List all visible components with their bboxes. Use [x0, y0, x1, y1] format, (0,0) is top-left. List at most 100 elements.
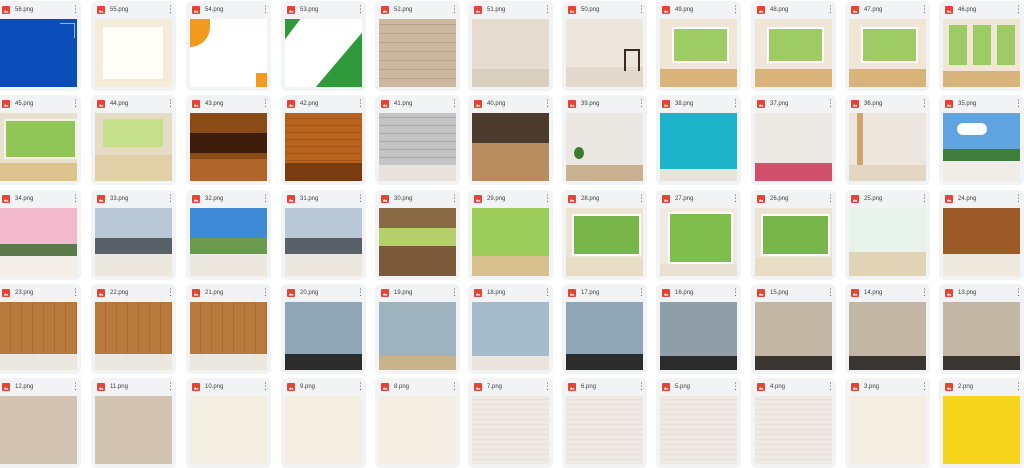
file-card[interactable]: 41.png ⋮ — [375, 95, 460, 185]
file-card[interactable]: 27.png ⋮ — [656, 190, 741, 280]
file-thumbnail[interactable] — [472, 208, 549, 276]
file-card[interactable]: 43.png ⋮ — [186, 95, 271, 185]
file-thumbnail[interactable] — [285, 19, 362, 87]
file-card[interactable]: 52.png ⋮ — [375, 1, 460, 91]
file-thumbnail[interactable] — [849, 396, 926, 464]
file-card[interactable]: 16.png ⋮ — [656, 284, 741, 374]
more-options-icon[interactable]: ⋮ — [637, 98, 646, 110]
file-thumbnail[interactable] — [472, 396, 549, 464]
file-card[interactable]: 11.png ⋮ — [91, 378, 176, 468]
more-options-icon[interactable]: ⋮ — [543, 381, 552, 393]
file-card[interactable]: 36.png ⋮ — [845, 95, 930, 185]
file-thumbnail[interactable] — [943, 113, 1020, 181]
file-card[interactable]: 9.png ⋮ — [281, 378, 366, 468]
file-thumbnail[interactable] — [379, 208, 456, 276]
more-options-icon[interactable]: ⋮ — [261, 193, 270, 205]
file-card[interactable]: 55.png ⋮ — [91, 1, 176, 91]
file-thumbnail[interactable] — [0, 113, 77, 181]
file-card[interactable]: 5.png ⋮ — [656, 378, 741, 468]
more-options-icon[interactable]: ⋮ — [920, 193, 929, 205]
more-options-icon[interactable]: ⋮ — [543, 4, 552, 16]
more-options-icon[interactable]: ⋮ — [731, 193, 740, 205]
file-card[interactable]: 20.png ⋮ — [281, 284, 366, 374]
more-options-icon[interactable]: ⋮ — [731, 381, 740, 393]
file-card[interactable]: 38.png ⋮ — [656, 95, 741, 185]
file-thumbnail[interactable] — [660, 396, 737, 464]
file-card[interactable]: 13.png ⋮ — [939, 284, 1024, 374]
file-card[interactable]: 33.png ⋮ — [91, 190, 176, 280]
file-card[interactable]: 4.png ⋮ — [751, 378, 836, 468]
more-options-icon[interactable]: ⋮ — [637, 4, 646, 16]
more-options-icon[interactable]: ⋮ — [71, 287, 80, 299]
file-card[interactable]: 34.png ⋮ — [0, 190, 81, 280]
more-options-icon[interactable]: ⋮ — [543, 193, 552, 205]
file-thumbnail[interactable] — [379, 396, 456, 464]
more-options-icon[interactable]: ⋮ — [637, 381, 646, 393]
file-card[interactable]: 29.png ⋮ — [468, 190, 553, 280]
file-thumbnail[interactable] — [95, 396, 172, 464]
file-thumbnail[interactable] — [755, 19, 832, 87]
file-card[interactable]: 23.png ⋮ — [0, 284, 81, 374]
file-card[interactable]: 49.png ⋮ — [656, 1, 741, 91]
file-thumbnail[interactable] — [379, 19, 456, 87]
more-options-icon[interactable]: ⋮ — [1014, 98, 1023, 110]
file-card[interactable]: 18.png ⋮ — [468, 284, 553, 374]
more-options-icon[interactable]: ⋮ — [920, 4, 929, 16]
file-thumbnail[interactable] — [943, 208, 1020, 276]
file-card[interactable]: 3.png ⋮ — [845, 378, 930, 468]
more-options-icon[interactable]: ⋮ — [826, 381, 835, 393]
more-options-icon[interactable]: ⋮ — [450, 193, 459, 205]
file-thumbnail[interactable] — [566, 19, 643, 87]
more-options-icon[interactable]: ⋮ — [826, 193, 835, 205]
more-options-icon[interactable]: ⋮ — [826, 4, 835, 16]
more-options-icon[interactable]: ⋮ — [356, 98, 365, 110]
more-options-icon[interactable]: ⋮ — [450, 98, 459, 110]
file-card[interactable]: 15.png ⋮ — [751, 284, 836, 374]
file-thumbnail[interactable] — [0, 208, 77, 276]
more-options-icon[interactable]: ⋮ — [166, 287, 175, 299]
file-card[interactable]: 56.png ⋮ — [0, 1, 81, 91]
file-card[interactable]: 6.png ⋮ — [562, 378, 647, 468]
file-thumbnail[interactable] — [190, 208, 267, 276]
more-options-icon[interactable]: ⋮ — [826, 287, 835, 299]
file-card[interactable]: 42.png ⋮ — [281, 95, 366, 185]
file-card[interactable]: 48.png ⋮ — [751, 1, 836, 91]
more-options-icon[interactable]: ⋮ — [71, 193, 80, 205]
file-thumbnail[interactable] — [0, 19, 77, 87]
file-card[interactable]: 31.png ⋮ — [281, 190, 366, 280]
more-options-icon[interactable]: ⋮ — [166, 98, 175, 110]
more-options-icon[interactable]: ⋮ — [920, 98, 929, 110]
more-options-icon[interactable]: ⋮ — [356, 381, 365, 393]
file-thumbnail[interactable] — [566, 396, 643, 464]
file-thumbnail[interactable] — [660, 19, 737, 87]
more-options-icon[interactable]: ⋮ — [356, 193, 365, 205]
file-thumbnail[interactable] — [190, 113, 267, 181]
more-options-icon[interactable]: ⋮ — [166, 193, 175, 205]
more-options-icon[interactable]: ⋮ — [356, 4, 365, 16]
file-card[interactable]: 54.png ⋮ — [186, 1, 271, 91]
file-card[interactable]: 47.png ⋮ — [845, 1, 930, 91]
file-thumbnail[interactable] — [849, 113, 926, 181]
file-thumbnail[interactable] — [755, 113, 832, 181]
more-options-icon[interactable]: ⋮ — [543, 287, 552, 299]
more-options-icon[interactable]: ⋮ — [543, 98, 552, 110]
file-thumbnail[interactable] — [755, 302, 832, 370]
file-thumbnail[interactable] — [943, 302, 1020, 370]
file-thumbnail[interactable] — [379, 302, 456, 370]
file-thumbnail[interactable] — [379, 113, 456, 181]
more-options-icon[interactable]: ⋮ — [71, 4, 80, 16]
more-options-icon[interactable]: ⋮ — [261, 381, 270, 393]
file-thumbnail[interactable] — [849, 19, 926, 87]
file-thumbnail[interactable] — [0, 302, 77, 370]
file-thumbnail[interactable] — [943, 396, 1020, 464]
file-thumbnail[interactable] — [95, 113, 172, 181]
more-options-icon[interactable]: ⋮ — [731, 4, 740, 16]
more-options-icon[interactable]: ⋮ — [920, 287, 929, 299]
more-options-icon[interactable]: ⋮ — [450, 4, 459, 16]
file-card[interactable]: 51.png ⋮ — [468, 1, 553, 91]
file-thumbnail[interactable] — [95, 19, 172, 87]
file-card[interactable]: 32.png ⋮ — [186, 190, 271, 280]
file-thumbnail[interactable] — [660, 113, 737, 181]
file-thumbnail[interactable] — [190, 396, 267, 464]
file-card[interactable]: 53.png ⋮ — [281, 1, 366, 91]
